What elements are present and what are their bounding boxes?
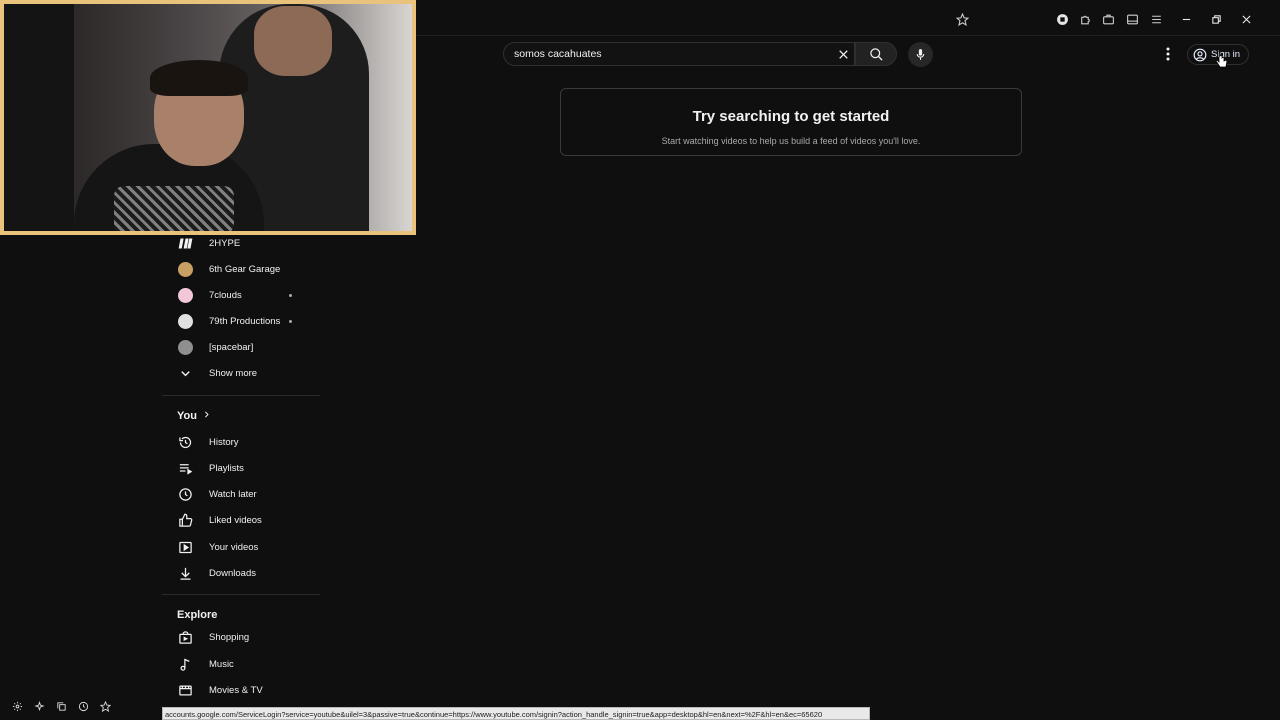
you-section-link[interactable]: You [177, 410, 211, 422]
minimize-icon[interactable] [1177, 10, 1195, 28]
sidebar-item-label: 2HYPE [209, 237, 241, 249]
sidebar-item-label: Your videos [209, 541, 259, 553]
copy-icon[interactable] [54, 699, 68, 713]
explore-heading: Explore [177, 609, 218, 621]
sidebar-item-7clouds[interactable]: 7clouds [162, 282, 320, 308]
search-icon [869, 47, 883, 61]
sidebar-item-your-videos[interactable]: Your videos [162, 534, 320, 560]
sparkle-icon[interactable] [32, 699, 46, 713]
sidebar-item-watch-later[interactable]: Watch later [162, 481, 320, 507]
sidebar-item-label: Music [209, 658, 234, 670]
download-icon [177, 565, 193, 581]
sidebar-item-label: 7clouds [209, 289, 242, 301]
sidebar-item-label: Liked videos [209, 514, 262, 526]
sidebar-item-playlists[interactable]: Playlists [162, 455, 320, 481]
sidebar-item-label: History [209, 436, 239, 448]
account-circle-icon [1193, 48, 1207, 61]
menu-icon[interactable] [1149, 12, 1163, 26]
channel-avatar-icon [177, 313, 193, 329]
new-content-dot [289, 293, 292, 297]
chevron-down-icon [177, 365, 193, 381]
sidebar-item-label: [spacebar] [209, 341, 254, 353]
show-more-button[interactable]: Show more [162, 360, 320, 386]
sidebar-item-label: 6th Gear Garage [209, 263, 281, 275]
sidebar-item-movies-tv[interactable]: Movies & TV [162, 677, 320, 703]
sidebar-item-shopping[interactable]: Shopping [162, 624, 320, 650]
thumbs-up-icon [177, 512, 193, 528]
show-more-label: Show more [209, 367, 258, 379]
sidebar-item-2hype[interactable]: 2HYPE [162, 230, 320, 256]
status-bar-url: accounts.google.com/ServiceLogin?service… [162, 707, 870, 720]
clock-icon[interactable] [76, 699, 90, 713]
chevron-right-icon [205, 411, 209, 418]
channel-avatar-icon [177, 339, 193, 355]
sidebar-item-79th-productions[interactable]: 79th Productions [162, 308, 320, 334]
channel-avatar-icon [177, 287, 193, 303]
divider [162, 594, 320, 595]
clear-search-icon[interactable] [837, 48, 850, 61]
channel-avatar-icon [177, 235, 193, 251]
search-input[interactable]: somos cacahuates [503, 42, 855, 66]
music-note-icon [177, 656, 193, 672]
sidebar-item-label: Downloads [209, 567, 256, 579]
shopping-bag-icon [177, 629, 193, 645]
puzzle-icon[interactable] [1078, 12, 1092, 26]
prompt-title: Try searching to get started [692, 108, 890, 125]
clock-icon [177, 486, 193, 502]
sidebar-item-label: Playlists [209, 462, 244, 474]
more-vert-icon [1166, 47, 1170, 61]
webcam-overlay [0, 0, 416, 235]
search-query: somos cacahuates [514, 48, 602, 60]
sidebar-item-label: 79th Productions [209, 315, 281, 327]
search-button[interactable] [855, 42, 897, 66]
sidebar-item-6th-gear-garage[interactable]: 6th Gear Garage [162, 256, 320, 282]
sidebar-item-label: Movies & TV [209, 684, 263, 696]
you-heading: You [177, 410, 197, 422]
bookmark-star-icon[interactable] [98, 699, 112, 713]
briefcase-icon[interactable] [1101, 12, 1115, 26]
extension-badge-icon[interactable] [1055, 12, 1069, 26]
playlist-icon [177, 460, 193, 476]
divider [162, 395, 320, 396]
sidebar-item-label: Shopping [209, 631, 250, 643]
settings-icon[interactable] [10, 699, 24, 713]
video-play-icon [177, 539, 193, 555]
restore-icon[interactable] [1207, 10, 1225, 28]
sidebar-item-label: Watch later [209, 488, 257, 500]
sidebar-item-spacebar[interactable]: [spacebar] [162, 334, 320, 360]
sidebar-panel-icon[interactable] [1125, 12, 1139, 26]
prompt-subtitle: Start watching videos to help us build a… [661, 136, 921, 146]
sidebar: 2HYPE 6th Gear Garage 7clouds 79th Produ… [162, 235, 320, 710]
more-options-button[interactable] [1160, 46, 1176, 62]
new-content-dot [289, 319, 292, 323]
sidebar-item-downloads[interactable]: Downloads [162, 560, 320, 586]
close-icon[interactable] [1237, 10, 1255, 28]
sidebar-item-liked-videos[interactable]: Liked videos [162, 507, 320, 533]
sidebar-item-music[interactable]: Music [162, 651, 320, 677]
film-icon [177, 682, 193, 698]
microphone-icon [916, 49, 925, 60]
star-icon[interactable] [955, 12, 969, 26]
sidebar-item-history[interactable]: History [162, 429, 320, 455]
empty-feed-prompt: Try searching to get started Start watch… [560, 88, 1022, 156]
channel-avatar-icon [177, 261, 193, 277]
mouse-cursor-icon [1216, 52, 1228, 68]
history-icon [177, 434, 193, 450]
voice-search-button[interactable] [908, 42, 933, 67]
